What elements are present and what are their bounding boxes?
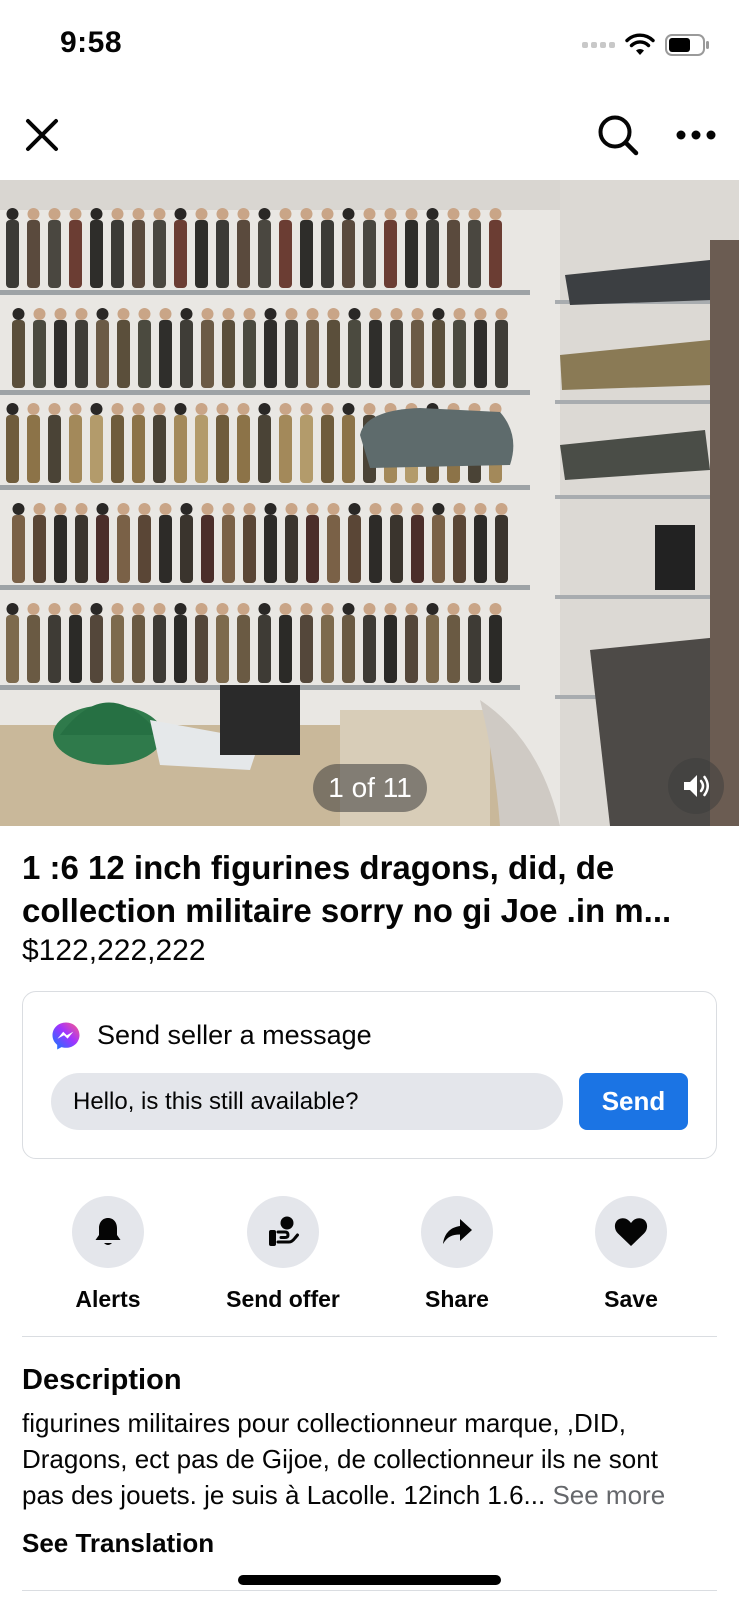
status-icons — [582, 30, 711, 60]
sound-toggle-button[interactable] — [668, 758, 724, 814]
send-offer-icon-circle — [247, 1196, 319, 1268]
listing-price: $122,222,222 — [22, 934, 206, 967]
alerts-icon-circle — [72, 1196, 144, 1268]
close-icon — [26, 119, 58, 151]
listing-title: 1 :6 12 inch figurines dragons, did, de … — [22, 846, 722, 932]
save-label: Save — [604, 1286, 658, 1312]
signal-icon — [582, 42, 615, 48]
photo-counter: 1 of 11 — [313, 764, 427, 812]
search-icon — [598, 115, 639, 156]
message-card-heading: Send seller a message — [97, 1020, 372, 1050]
share-icon-circle — [421, 1196, 493, 1268]
home-indicator — [238, 1575, 501, 1585]
speaker-icon — [684, 775, 709, 797]
description-line-1: figurines militaires pour collectionneur… — [22, 1408, 627, 1438]
see-translation-link[interactable]: See Translation — [22, 1528, 214, 1559]
offer-icon — [269, 1216, 299, 1246]
message-input[interactable] — [51, 1073, 563, 1130]
heart-icon — [614, 1218, 648, 1246]
listing-photo[interactable]: 1 of 11 — [0, 180, 739, 826]
collection-photo-illustration — [0, 180, 739, 826]
alerts-label: Alerts — [75, 1286, 141, 1312]
battery-icon — [665, 34, 709, 56]
share-button[interactable]: Share — [370, 1196, 544, 1313]
see-more-link[interactable]: See more — [552, 1480, 665, 1510]
save-button[interactable]: Save — [544, 1196, 718, 1313]
send-offer-button[interactable]: Send offer — [196, 1196, 370, 1313]
section-divider — [22, 1336, 717, 1337]
description-heading: Description — [22, 1364, 182, 1396]
more-icon — [676, 130, 716, 140]
action-row: Alerts Send offer Share Save — [0, 1196, 739, 1316]
bell-icon — [95, 1218, 121, 1245]
description-text: figurines militaires pour collectionneur… — [22, 1405, 722, 1513]
listing-title-line-1: 1 :6 12 inch figurines dragons, did, de — [22, 849, 615, 886]
send-offer-label: Send offer — [226, 1286, 340, 1312]
message-seller-card: Send seller a message Send — [22, 991, 717, 1159]
wifi-icon — [625, 33, 655, 55]
top-nav-bar — [0, 95, 739, 175]
description-line-2: Dragons, ect pas de Gijoe, de collection… — [22, 1444, 658, 1474]
bottom-divider — [22, 1590, 717, 1591]
close-button[interactable] — [16, 109, 68, 161]
save-icon-circle — [595, 1196, 667, 1268]
message-card-header: Send seller a message — [51, 1020, 372, 1051]
messenger-icon — [52, 1022, 80, 1049]
search-button[interactable] — [592, 109, 644, 161]
share-label: Share — [425, 1286, 489, 1312]
share-arrow-icon — [443, 1219, 472, 1244]
send-button[interactable]: Send — [579, 1073, 688, 1130]
status-time: 9:58 — [60, 26, 123, 59]
more-options-button[interactable] — [670, 109, 722, 161]
listing-title-line-2: collection militaire sorry no gi Joe .in… — [22, 892, 672, 929]
description-line-3: pas des jouets. je suis à Lacolle. 12inc… — [22, 1480, 553, 1510]
status-bar: 9:58 — [0, 0, 739, 88]
alerts-button[interactable]: Alerts — [21, 1196, 195, 1313]
